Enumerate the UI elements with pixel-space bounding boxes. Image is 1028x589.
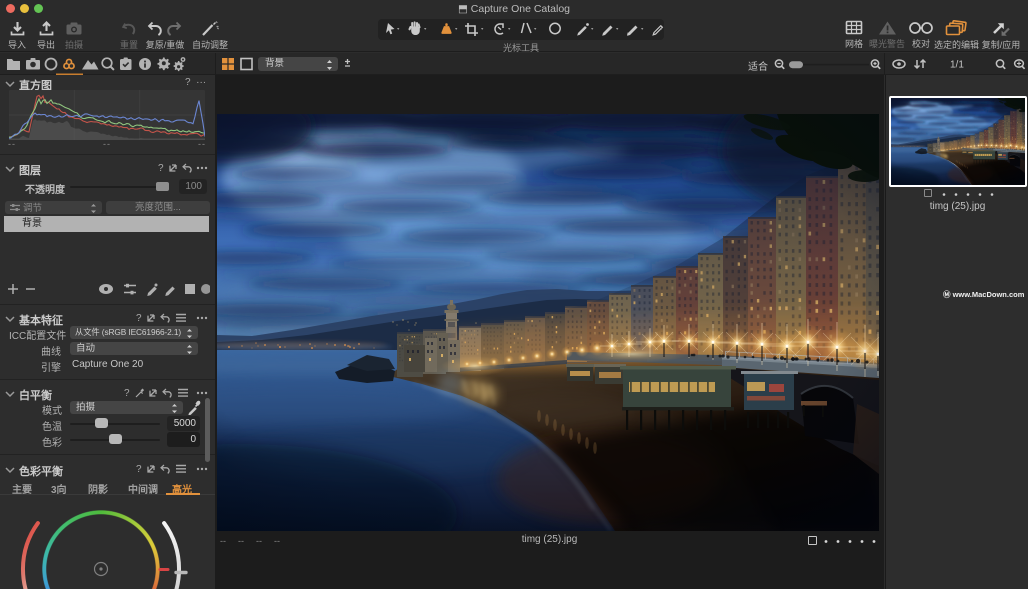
svg-text:1/1: 1/1 [950, 60, 964, 71]
svg-text:?: ? [136, 313, 142, 323]
svg-text:?: ? [136, 464, 142, 474]
svg-text:?: ? [124, 388, 130, 398]
svg-text:?: ? [158, 163, 164, 173]
